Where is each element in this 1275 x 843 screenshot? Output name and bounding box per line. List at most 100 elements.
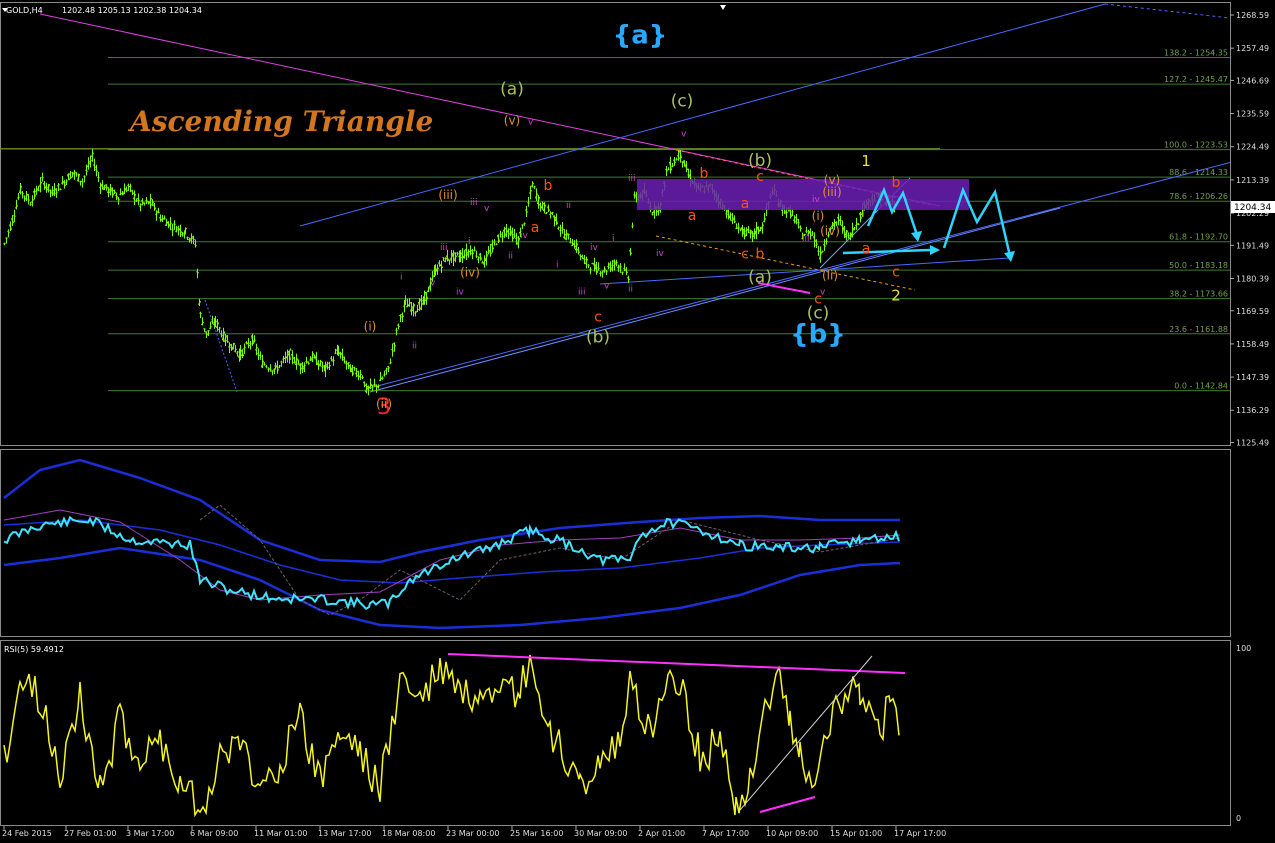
minor-wave-label: ii [628, 285, 633, 295]
symbol-header: GOLD,H4 [6, 6, 43, 15]
candle-body [103, 186, 106, 191]
minor-wave-label: iv [590, 243, 599, 253]
wave-label: c [892, 265, 900, 281]
candle-body [57, 183, 60, 187]
candle-body [309, 359, 312, 362]
candle-body [274, 364, 277, 367]
candle-body [75, 173, 78, 176]
candle-body [209, 325, 212, 330]
minor-wave-label: ii [508, 252, 513, 262]
fib-label: 78.6 - 1206.26 [1169, 192, 1228, 201]
candle-body [113, 189, 116, 194]
candle-body [332, 359, 335, 362]
fib-label: 138.2 - 1254.35 [1164, 49, 1228, 58]
candle-body [799, 226, 802, 230]
projection-arrow [842, 248, 931, 255]
candle-body [794, 218, 799, 223]
rsi-divergence-line [447, 653, 906, 674]
wave-label: c [741, 247, 749, 263]
candle-body [211, 320, 214, 324]
chart: GOLD,H4 1202.48 1205.13 1202.38 1204.34 … [0, 2, 1275, 838]
candle-body [177, 227, 180, 231]
candle-body [448, 259, 451, 262]
candle-body [49, 189, 52, 192]
wave-label: a [862, 241, 871, 257]
candle-body [473, 249, 476, 252]
candle-body [188, 237, 191, 241]
candle-body [725, 213, 728, 216]
candle-body [391, 348, 394, 352]
candle-body [353, 366, 356, 370]
candle-body [297, 363, 300, 365]
candle-body [533, 185, 536, 189]
rsi-header: RSI(5) 59.4912 [4, 645, 64, 654]
candle-body [561, 227, 564, 231]
candle-body [30, 198, 35, 203]
candle-body [515, 237, 518, 240]
candle-body [228, 346, 231, 349]
candle-body [817, 250, 820, 253]
candle-body [92, 164, 97, 169]
candle-body [605, 270, 608, 273]
candle-body [359, 373, 362, 377]
time-tick-label: 24 Feb 2015 [2, 829, 52, 838]
candle-body [218, 327, 221, 331]
candle-body [236, 351, 239, 354]
candle-body [17, 196, 20, 199]
candle-body [525, 209, 528, 213]
candle-body [159, 216, 162, 221]
time-tick-label: 2 Apr 01:00 [638, 829, 685, 838]
candle-body [587, 264, 590, 267]
bollinger-indicator [3, 458, 901, 630]
candle-body [821, 250, 824, 253]
time-tick-label: 7 Apr 17:00 [702, 829, 749, 838]
fib-label: 0.0 - 1142.84 [1174, 382, 1228, 391]
wave-label: a [531, 220, 540, 236]
wave-label: (a) [500, 79, 524, 99]
candle-body [623, 267, 626, 271]
minor-wave-label: iv [812, 195, 821, 205]
triangle-base [599, 257, 1011, 285]
candle-body [129, 185, 132, 188]
wave-label: (i) [364, 319, 377, 333]
candle-body [416, 308, 419, 313]
main-panel-frame [0, 2, 1231, 446]
candle-body [619, 266, 622, 269]
candle-body [243, 346, 246, 350]
wave-label: 2 [891, 287, 901, 305]
candle-body [487, 251, 490, 254]
panel-scroll-icon[interactable] [720, 5, 726, 10]
wave-label: b [892, 175, 901, 191]
rsi-indicator [3, 653, 906, 818]
candle-body [633, 194, 636, 196]
candle-body [347, 361, 350, 365]
candle-body [181, 232, 184, 236]
candle-body [171, 228, 174, 231]
minor-wave-label: v [681, 129, 687, 139]
time-tick-label: 30 Mar 09:00 [574, 829, 627, 838]
candle-body [125, 188, 128, 192]
candle-body [571, 243, 574, 247]
candle-body [463, 254, 466, 258]
minor-wave-label: i [468, 237, 471, 247]
wave-label: (v) [824, 173, 840, 187]
dashed-orange [655, 235, 916, 291]
candle-body [278, 365, 281, 368]
minor-wave-label: iii [628, 174, 636, 184]
candle-body [835, 221, 838, 224]
candle-body [521, 224, 524, 226]
candle-body [254, 346, 259, 351]
candle-body [29, 203, 32, 206]
fib-label: 61.8 - 1192.70 [1169, 233, 1228, 242]
candle-body [681, 161, 684, 164]
candle-body [41, 176, 44, 179]
candle-body [499, 233, 502, 236]
ohlc-header: 1202.48 1205.13 1202.38 1204.34 [62, 6, 202, 15]
candle-body [55, 192, 58, 195]
candle-body [508, 228, 513, 233]
wave-label: (c) [671, 91, 694, 111]
candle-body [665, 168, 668, 172]
wave-label: c [594, 309, 602, 325]
candle-body [71, 171, 74, 174]
time-tick-label: 18 Mar 08:00 [382, 829, 435, 838]
